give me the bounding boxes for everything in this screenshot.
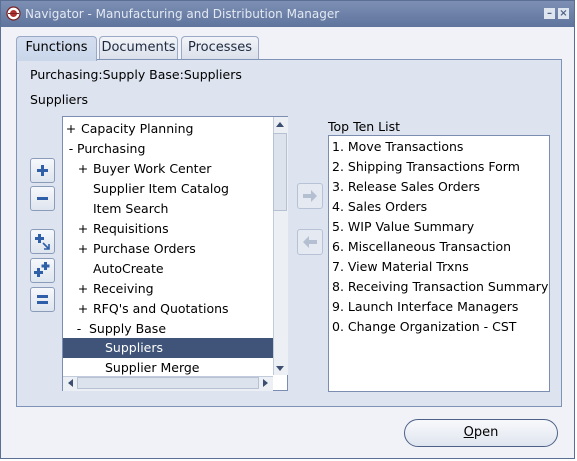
collapse-all-button[interactable] <box>30 287 55 312</box>
tree-item-label: Buyer Work Center <box>93 161 212 176</box>
top-ten-item[interactable]: 8. Receiving Transaction Summary <box>332 277 548 297</box>
scroll-down-icon[interactable] <box>275 365 285 373</box>
minus-icon <box>37 197 48 200</box>
tree-item[interactable]: + Capacity Planning <box>63 119 273 139</box>
remove-from-top-ten-button[interactable] <box>297 229 323 255</box>
tree-item[interactable]: + Buyer Work Center <box>63 159 273 179</box>
selected-function-label: Suppliers <box>30 92 89 107</box>
expand-branch-button[interactable] <box>30 229 55 254</box>
plus-icon <box>37 165 48 176</box>
tree-item[interactable]: + RFQ's and Quotations <box>63 299 273 319</box>
tree-expander[interactable]: - <box>73 319 85 339</box>
add-to-top-ten-button[interactable] <box>297 183 323 209</box>
tree-expander[interactable]: + <box>77 239 89 259</box>
tab-functions[interactable]: Functions <box>16 36 97 61</box>
tree-item-label: Supplier Item Catalog <box>93 181 229 196</box>
tab-documents[interactable]: Documents <box>99 36 178 60</box>
expand-all-icon <box>34 262 50 277</box>
open-button-label: pen <box>473 425 499 440</box>
tree-item[interactable]: + Purchase Orders <box>63 239 273 259</box>
collapse-button[interactable] <box>30 186 55 211</box>
tree-expander[interactable]: + <box>77 219 89 239</box>
tree-item[interactable]: Supplier Merge <box>63 358 273 378</box>
tree-item-label: Item Search <box>93 201 169 216</box>
top-ten-item[interactable]: 5. WIP Value Summary <box>332 217 474 237</box>
collapse-all-icon <box>37 295 48 304</box>
tree-item[interactable]: + Requisitions <box>63 219 273 239</box>
tree-item-selected[interactable]: Suppliers <box>63 338 273 358</box>
top-ten-item[interactable]: 7. View Material Trxns <box>332 257 469 277</box>
tree-expander[interactable]: + <box>65 119 77 139</box>
open-button[interactable]: Open <box>404 419 558 447</box>
top-ten-item[interactable]: 6. Miscellaneous Transaction <box>332 237 511 257</box>
scroll-right-icon[interactable] <box>262 378 270 388</box>
tree-expander[interactable]: + <box>77 279 89 299</box>
tree-item[interactable]: Item Search <box>63 199 273 219</box>
oracle-app-icon <box>6 6 21 21</box>
window-title: Navigator - Manufacturing and Distributi… <box>25 7 340 21</box>
tree-item[interactable]: - Supply Base <box>63 319 273 339</box>
tree-item-label: Suppliers <box>105 340 164 355</box>
top-ten-item[interactable]: 3. Release Sales Orders <box>332 177 480 197</box>
tree-item[interactable]: AutoCreate <box>63 259 273 279</box>
tree-item-label: Requisitions <box>93 221 169 236</box>
top-ten-label: Top Ten List <box>328 119 401 134</box>
tree-item-label: Supplier Merge <box>105 360 200 375</box>
top-ten-item[interactable]: 0. Change Organization - CST <box>332 317 516 337</box>
open-button-mnemonic: O <box>463 425 474 440</box>
tree-item-label: RFQ's and Quotations <box>93 301 229 316</box>
top-ten-list[interactable]: 1. Move Transactions 2. Shipping Transac… <box>328 135 550 392</box>
expand-branch-icon <box>35 234 50 250</box>
tree-item[interactable]: + Receiving <box>63 279 273 299</box>
tree-horizontal-scroll-thumb[interactable] <box>77 377 259 389</box>
minimize-icon[interactable]: – <box>544 8 555 19</box>
tree-expander[interactable]: - <box>65 139 77 159</box>
tree-expander[interactable]: + <box>77 299 89 319</box>
arrow-left-icon <box>303 236 317 248</box>
scroll-left-icon[interactable] <box>66 378 74 388</box>
breadcrumb: Purchasing:Supply Base:Suppliers <box>30 67 242 82</box>
tree-item-label: Purchase Orders <box>93 241 196 256</box>
tree-item-label: Capacity Planning <box>81 121 194 136</box>
expand-all-button[interactable] <box>30 258 55 283</box>
close-icon[interactable]: × <box>558 8 569 19</box>
tree-item-label: Purchasing <box>77 141 146 156</box>
tree-item-label: Receiving <box>93 281 154 296</box>
top-ten-item[interactable]: 4. Sales Orders <box>332 197 427 217</box>
tree-expander[interactable]: + <box>77 159 89 179</box>
function-tree[interactable]: + Capacity Planning - Purchasing + Buyer… <box>62 116 288 391</box>
top-ten-item[interactable]: 2. Shipping Transactions Form <box>332 157 520 177</box>
tree-item-label: AutoCreate <box>93 261 164 276</box>
tree-item[interactable]: - Purchasing <box>63 139 273 159</box>
top-ten-item[interactable]: 1. Move Transactions <box>332 137 463 157</box>
tree-item-label: Supply Base <box>89 321 167 336</box>
title-bar[interactable]: Navigator - Manufacturing and Distributi… <box>1 1 574 27</box>
top-ten-item[interactable]: 9. Launch Interface Managers <box>332 297 518 317</box>
tree-vertical-scroll-thumb[interactable] <box>273 133 287 211</box>
scroll-up-icon[interactable] <box>275 120 285 128</box>
arrow-right-icon <box>303 190 317 202</box>
expand-button[interactable] <box>30 158 55 183</box>
tree-item[interactable]: Supplier Item Catalog <box>63 179 273 199</box>
tab-processes[interactable]: Processes <box>181 36 259 60</box>
